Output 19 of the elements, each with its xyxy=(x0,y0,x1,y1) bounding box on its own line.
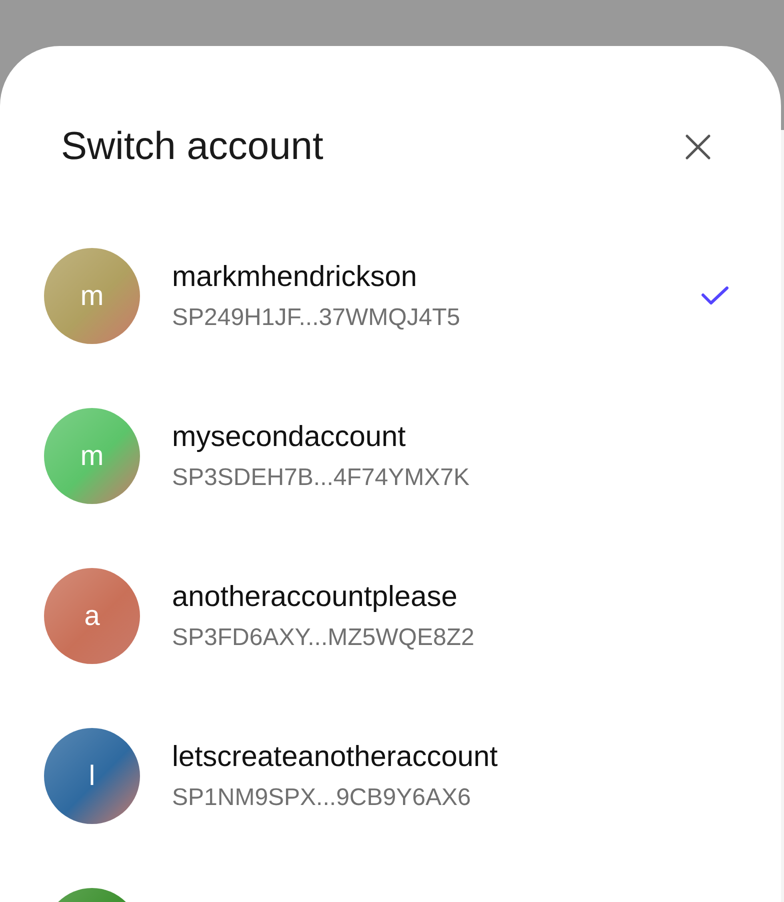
account-item[interactable]: m mysecondaccount SP3SDEH7B...4F74YMX7K xyxy=(0,376,781,536)
account-address: SP3SDEH7B...4F74YMX7K xyxy=(172,464,470,492)
account-address: SP249H1JF...37WMQJ4T5 xyxy=(172,304,462,332)
avatar: m xyxy=(44,408,140,504)
account-address: SP3FD6AXY...MZ5WQE8Z2 xyxy=(172,624,476,652)
dialog-title: Switch account xyxy=(61,125,324,169)
account-item[interactable]: l letscreateanotheraccount SP1NM9SPX...9CB9Y6AX6 xyxy=(0,696,781,856)
avatar: m xyxy=(44,248,140,344)
account-name: letscreateanotheraccount xyxy=(172,740,499,774)
account-item[interactable]: a anotheraccountplease SP3FD6AXY...MZ5WQE8Z2 xyxy=(0,536,781,696)
close-icon xyxy=(685,134,711,160)
close-button[interactable] xyxy=(685,134,711,160)
account-name: markmhendrickson xyxy=(172,260,418,294)
account-name: mysecondaccount xyxy=(172,420,407,454)
avatar: a xyxy=(44,568,140,664)
account-name: anotheraccountplease xyxy=(172,580,458,614)
account-address: SP1NM9SPX...9CB9Y6AX6 xyxy=(172,784,472,812)
avatar: l xyxy=(44,728,140,824)
account-item[interactable]: m markmhendrickson SP249H1JF...37WMQJ4T5 xyxy=(0,216,781,376)
